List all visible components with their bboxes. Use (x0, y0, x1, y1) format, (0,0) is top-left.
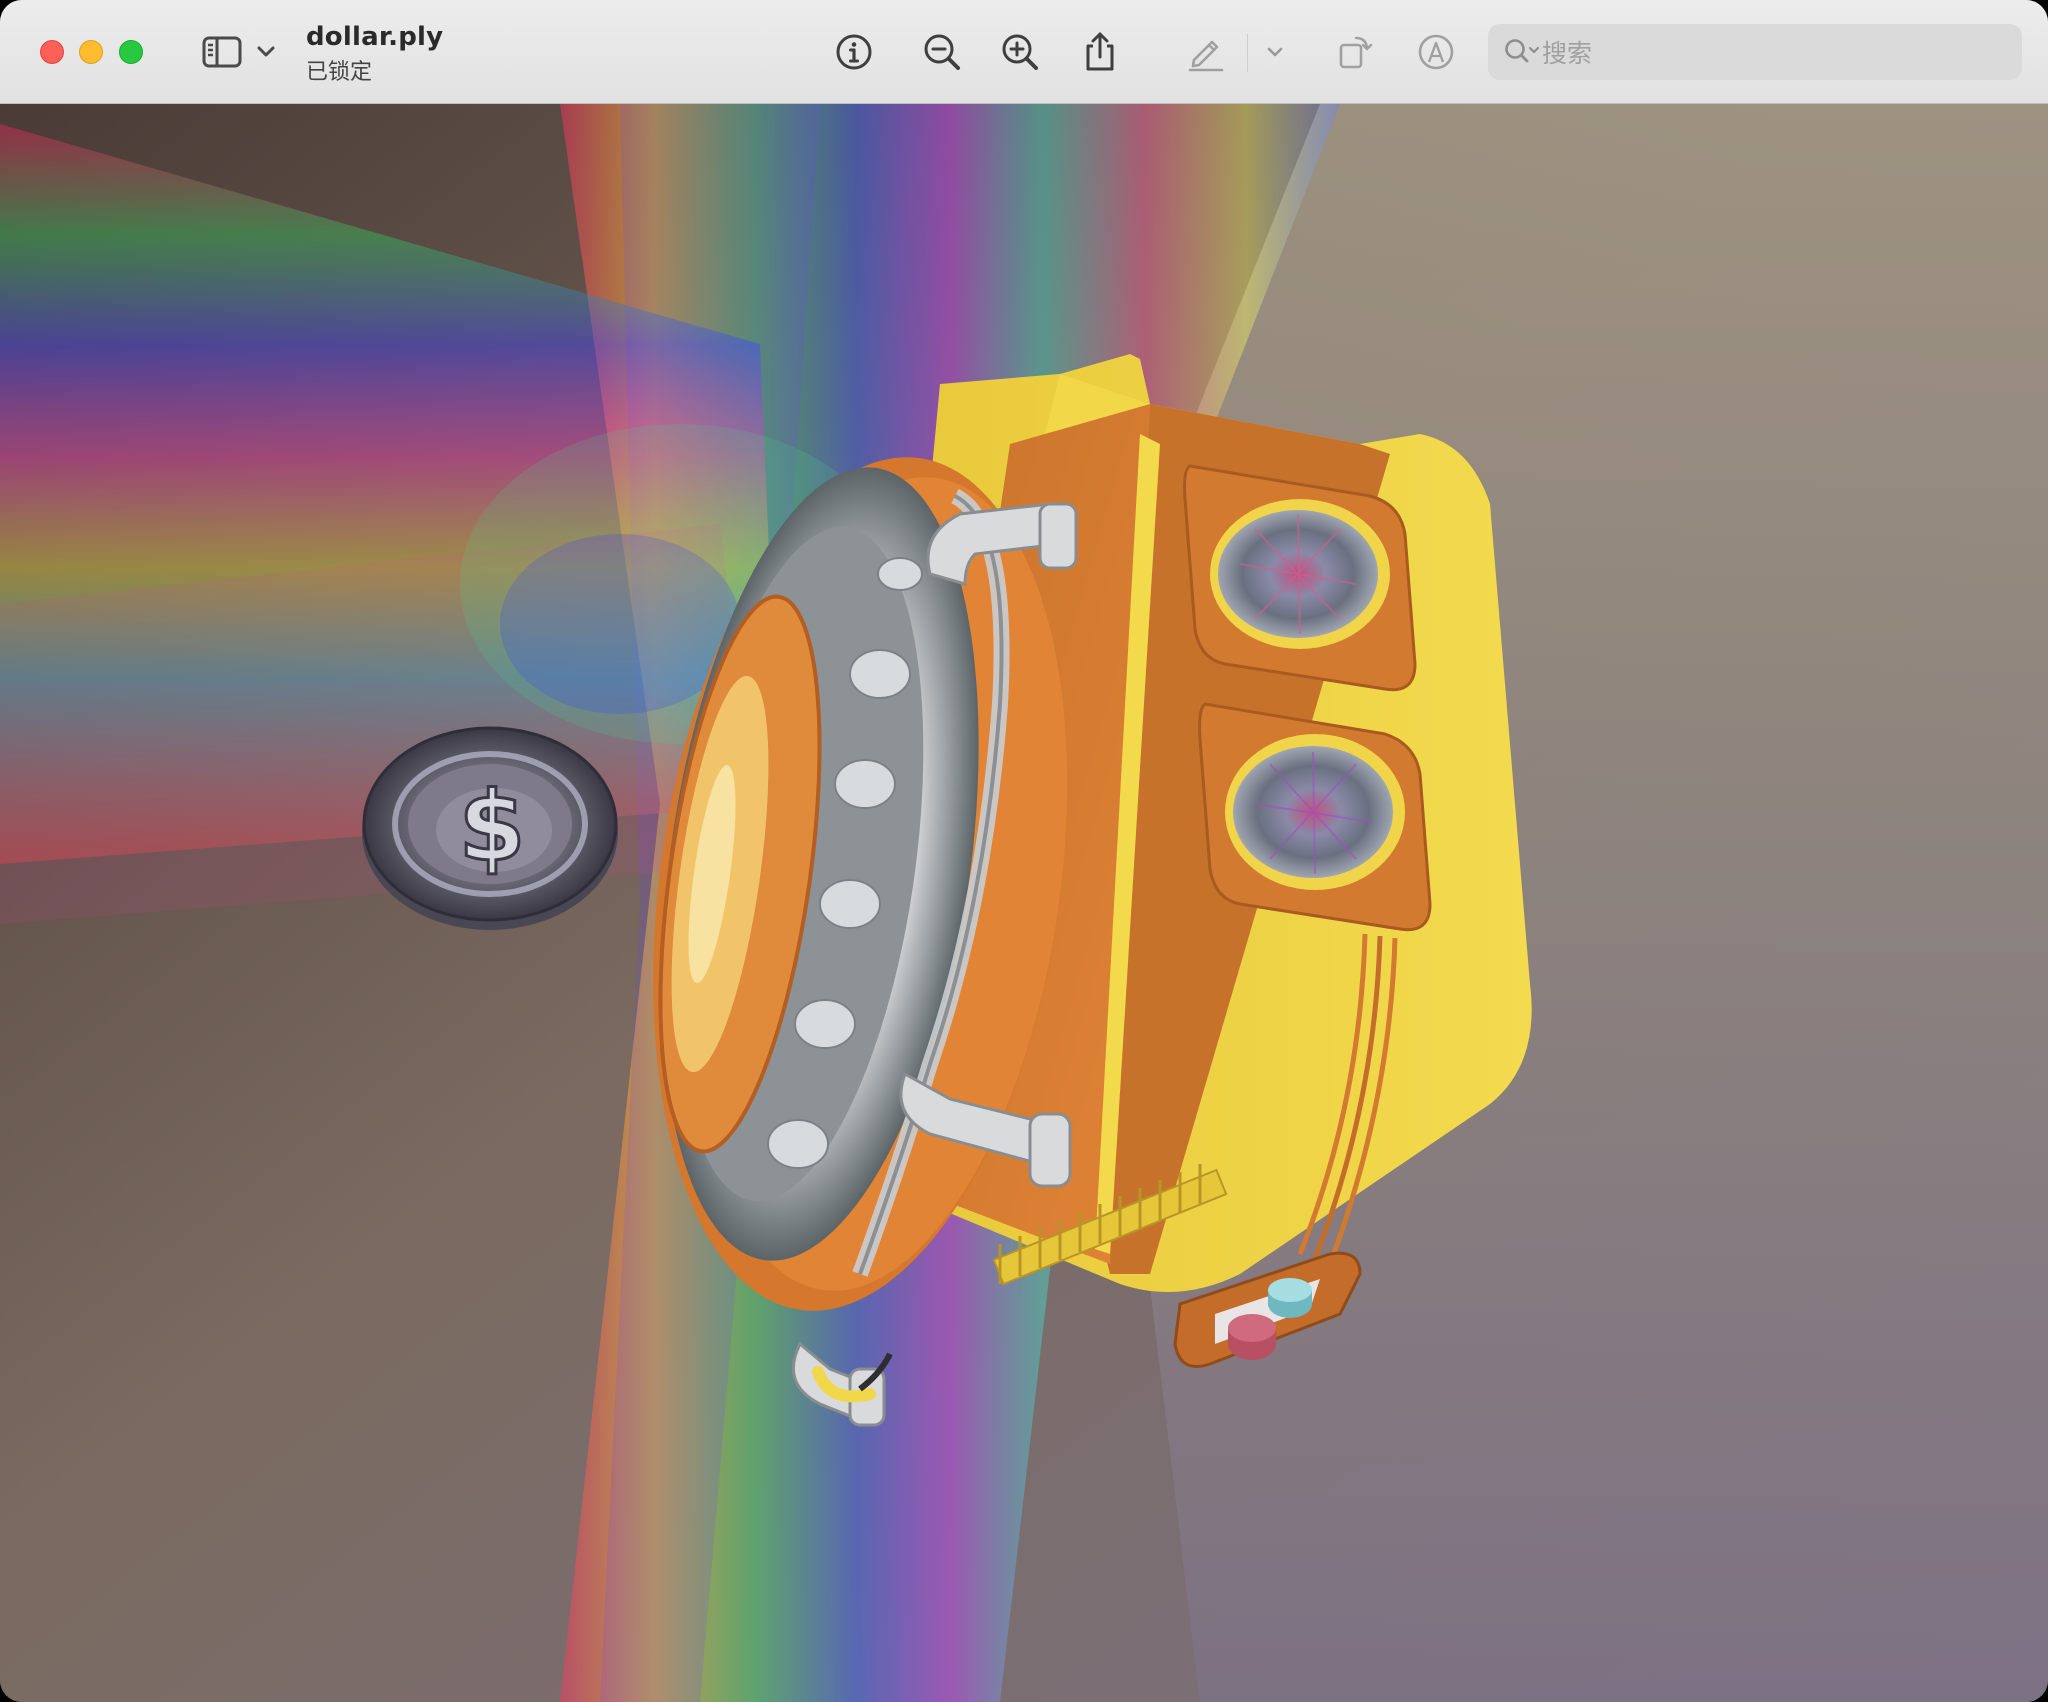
search-icon (1505, 39, 1540, 63)
zoom-out-icon (924, 34, 960, 70)
markup-button[interactable] (1180, 26, 1232, 78)
svg-text:$: $ (459, 771, 526, 883)
markup-circle-icon (1418, 34, 1454, 70)
toolbar-separator (1247, 34, 1248, 72)
rotate-button[interactable] (1328, 26, 1380, 78)
sidebar-menu-button[interactable] (252, 26, 280, 78)
3d-scene-render: $ (0, 104, 2048, 1702)
sidebar-icon (202, 36, 242, 68)
zoom-window-button[interactable] (119, 40, 143, 64)
upper-lens (1183, 464, 1417, 692)
zoom-in-button[interactable] (994, 26, 1046, 78)
info-icon (836, 34, 872, 70)
close-window-button[interactable] (40, 40, 64, 64)
document-status: 已锁定 (306, 60, 373, 85)
coin-model: $ (362, 726, 618, 930)
info-button[interactable] (828, 26, 880, 78)
share-icon (1086, 32, 1114, 71)
sidebar-toggle-button[interactable] (196, 26, 248, 78)
model-viewport[interactable]: $ (0, 104, 2048, 1702)
annotate-button[interactable] (1410, 26, 1462, 78)
search-input[interactable] (1540, 32, 2004, 74)
chevron-down-icon (257, 46, 275, 57)
pencil-icon (1188, 40, 1224, 72)
lower-lens (1198, 702, 1432, 932)
toolbar: dollar.ply 已锁定 (0, 0, 2048, 104)
chevron-down-icon (1267, 47, 1283, 57)
search-field[interactable] (1488, 24, 2022, 80)
document-title: dollar.ply (306, 22, 444, 52)
markup-menu-button[interactable] (1260, 26, 1290, 78)
rotate-icon (1339, 36, 1373, 69)
preview-window: dollar.ply 已锁定 搜索 $ (0, 0, 2048, 1702)
share-button[interactable] (1074, 26, 1126, 78)
zoom-out-button[interactable] (916, 26, 968, 78)
zoom-in-icon (1002, 34, 1038, 70)
minimize-window-button[interactable] (79, 40, 103, 64)
